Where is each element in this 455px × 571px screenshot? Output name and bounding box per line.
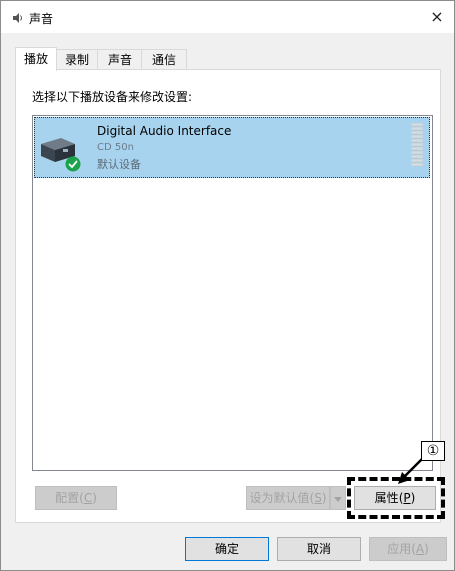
check-icon xyxy=(65,156,81,172)
set-default-label: 设为默认值 xyxy=(249,491,310,505)
configure-label: 配置 xyxy=(55,491,80,505)
apply-button[interactable]: 应用(A) xyxy=(369,537,447,561)
tab-panel: 选择以下播放设备来修改设置: Digital Audio Interface C… xyxy=(15,69,441,523)
set-default-accel: S xyxy=(314,491,322,505)
device-model: CD 50n xyxy=(97,142,134,153)
configure-accel: C xyxy=(83,491,93,505)
configure-button[interactable]: 配置(C) xyxy=(35,486,117,510)
title-bar: 声音 × xyxy=(1,1,454,33)
instruction-text: 选择以下播放设备来修改设置: xyxy=(32,90,193,104)
tab-sounds[interactable]: 声音 xyxy=(97,49,143,70)
sound-dialog: 声音 × 播放 录制 声音 通信 选择以下播放设备来修改设置: Digital xyxy=(0,0,455,571)
list-item-device[interactable]: Digital Audio Interface CD 50n 默认设备 xyxy=(34,117,430,178)
ok-button[interactable]: 确定 xyxy=(185,537,269,561)
tab-playback[interactable]: 播放 xyxy=(15,47,57,71)
callout-number: ① xyxy=(421,441,445,461)
apply-label: 应用 xyxy=(387,542,412,556)
close-button[interactable]: × xyxy=(420,1,454,33)
device-status: 默认设备 xyxy=(97,158,141,171)
tab-communications[interactable]: 通信 xyxy=(141,49,187,70)
tab-recording[interactable]: 录制 xyxy=(55,49,99,70)
cancel-button[interactable]: 取消 xyxy=(277,537,361,561)
speaker-icon xyxy=(13,13,22,23)
chevron-down-icon xyxy=(334,497,342,502)
volume-level-meter xyxy=(411,123,423,167)
device-list[interactable]: Digital Audio Interface CD 50n 默认设备 xyxy=(32,115,433,471)
set-default-dropdown-button[interactable] xyxy=(330,486,346,510)
device-name: Digital Audio Interface xyxy=(97,124,232,138)
set-default-button[interactable]: 设为默认值(S) xyxy=(246,486,330,510)
apply-accel: A xyxy=(415,542,425,556)
window-title: 声音 xyxy=(29,12,54,26)
